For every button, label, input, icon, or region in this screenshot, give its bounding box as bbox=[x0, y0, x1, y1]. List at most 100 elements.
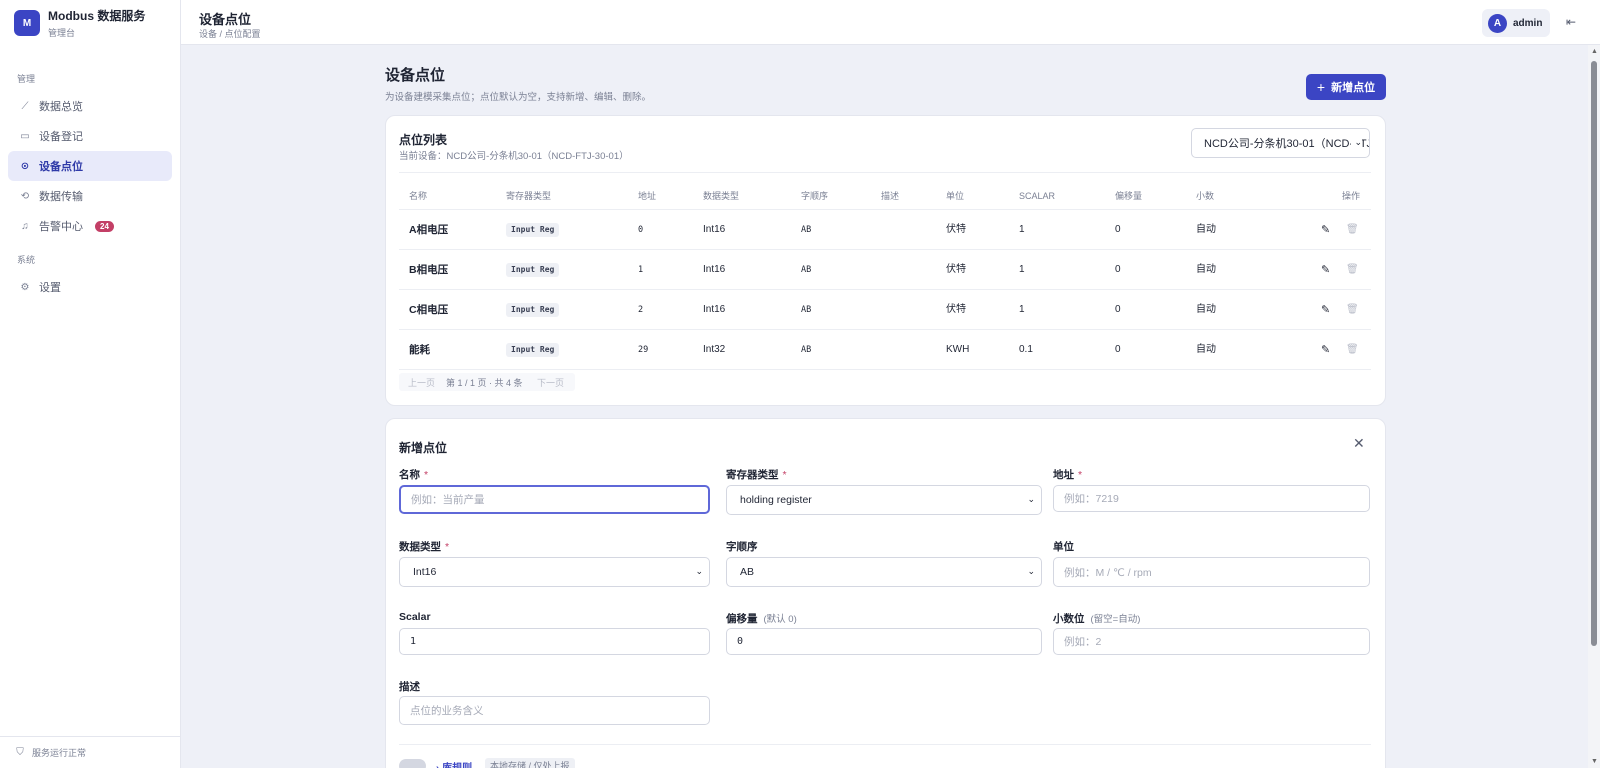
user-name: admin bbox=[1513, 17, 1543, 29]
description-input[interactable]: 点位的业务含义 bbox=[399, 696, 710, 725]
name-input-placeholder: 例如：当前产量 bbox=[411, 494, 485, 506]
chevron-down-icon: ⌄ bbox=[695, 566, 703, 576]
device-select-value: NCD公司-分条机30-01（NCD-FTJ-30-01） bbox=[1204, 138, 1369, 150]
sidebar-item-overview[interactable]: ⟋ 数据总览 bbox=[8, 91, 172, 121]
cell-data-type: Int16 bbox=[703, 304, 726, 315]
col-actions: 操作 bbox=[1342, 191, 1361, 201]
add-point-button[interactable]: + 新增点位 bbox=[1306, 74, 1386, 100]
rule-toggle-label[interactable]: › 库规则 bbox=[436, 759, 472, 768]
description-input-placeholder: 点位的业务含义 bbox=[410, 705, 484, 717]
offset-input-value: 0 bbox=[737, 636, 744, 647]
page-title: 设备点位 bbox=[385, 67, 446, 84]
service-status: ⛉ 服务运行正常 bbox=[0, 736, 180, 768]
shield-icon: ⛉ bbox=[16, 747, 24, 758]
trash-icon[interactable]: 🗑 bbox=[1346, 330, 1359, 370]
col-unit: 单位 bbox=[946, 191, 965, 201]
bell-icon: ♫ bbox=[21, 220, 29, 232]
col-address: 地址 bbox=[638, 191, 657, 201]
sidebar-item-device-registry[interactable]: ▭ 设备登记 bbox=[8, 121, 172, 151]
required-mark: * bbox=[1078, 469, 1083, 481]
edit-icon[interactable]: ✎ bbox=[1321, 210, 1330, 250]
register-type-tag: Input Reg bbox=[506, 263, 560, 277]
divider bbox=[399, 744, 1371, 745]
register-type-select[interactable]: holding register ⌄ bbox=[726, 485, 1042, 515]
sidebar: M Modbus 数据服务 管理台 管理 ⟋ 数据总览 ▭ 设备登记 ⊙ 设备点… bbox=[0, 0, 181, 768]
table-row[interactable]: A相电压 Input Reg 0 Int16 AB 伏特 1 0 自动 ✎ 🗑 bbox=[399, 210, 1371, 250]
trash-icon[interactable]: 🗑 bbox=[1346, 210, 1359, 250]
edit-icon[interactable]: ✎ bbox=[1321, 330, 1330, 370]
cell-unit: 伏特 bbox=[946, 224, 966, 235]
scroll-down-arrow-icon[interactable]: ▼ bbox=[1591, 758, 1598, 765]
cell-word-order: AB bbox=[801, 345, 812, 355]
edit-icon[interactable]: ✎ bbox=[1321, 250, 1330, 290]
table-row[interactable]: 能耗 Input Reg 29 Int32 AB KWH 0.1 0 自动 ✎ … bbox=[399, 330, 1371, 370]
brand-title: Modbus 数据服务 bbox=[48, 9, 146, 23]
cell-address: 1 bbox=[638, 265, 644, 275]
register-type-tag: Input Reg bbox=[506, 343, 560, 357]
address-label: 地址 * bbox=[1053, 469, 1083, 481]
name-input[interactable]: 例如：当前产量 bbox=[399, 485, 710, 514]
pagination: 上一页 第 1 / 1 页 · 共 4 条 下一页 bbox=[399, 373, 575, 391]
cell-data-type: Int16 bbox=[703, 224, 726, 235]
word-order-label: 字顺序 bbox=[726, 541, 758, 553]
cell-scalar: 1 bbox=[1019, 224, 1025, 235]
cell-name: 能耗 bbox=[409, 344, 430, 356]
trash-icon[interactable]: 🗑 bbox=[1346, 290, 1359, 330]
prev-page-button[interactable]: 上一页 bbox=[408, 376, 435, 389]
cell-name: A相电压 bbox=[409, 224, 449, 236]
chevron-down-icon: ⌄ bbox=[1027, 566, 1035, 576]
col-description: 描述 bbox=[881, 191, 900, 201]
form-title: 新增点位 bbox=[399, 441, 448, 455]
unit-input[interactable]: 例如：M / ℃ / rpm bbox=[1053, 557, 1370, 587]
trash-icon[interactable]: 🗑 bbox=[1346, 250, 1359, 290]
cell-data-type: Int32 bbox=[703, 344, 726, 355]
breadcrumb: 设备 / 点位配置 bbox=[199, 29, 261, 39]
page-info: 第 1 / 1 页 · 共 4 条 bbox=[446, 378, 523, 388]
sidebar-item-label: 告警中心 bbox=[39, 221, 83, 233]
plus-icon: + bbox=[1316, 79, 1326, 95]
page-description: 为设备建模采集点位；点位默认为空，支持新增、编辑、删除。 bbox=[385, 92, 652, 103]
add-point-button-label: 新增点位 bbox=[1331, 82, 1376, 94]
cell-offset: 0 bbox=[1115, 224, 1121, 235]
cell-scalar: 1 bbox=[1019, 304, 1025, 315]
name-label: 名称 * bbox=[399, 469, 429, 481]
cell-offset: 0 bbox=[1115, 304, 1121, 315]
decimals-label: 小数位 (留空=自动) bbox=[1053, 613, 1141, 625]
decimals-input[interactable]: 例如：2 bbox=[1053, 628, 1370, 655]
points-table: 名称 寄存器类型 地址 数据类型 字顺序 描述 单位 SCALAR 偏移量 小数… bbox=[399, 182, 1371, 370]
col-name: 名称 bbox=[409, 191, 428, 201]
word-order-select[interactable]: AB ⌄ bbox=[726, 557, 1042, 587]
required-mark: * bbox=[424, 469, 429, 481]
sidebar-item-alerts[interactable]: ♫ 告警中心 24 bbox=[8, 211, 172, 241]
scalar-input[interactable]: 1 bbox=[399, 628, 710, 655]
user-menu[interactable]: A admin bbox=[1482, 9, 1550, 37]
col-scalar: SCALAR bbox=[1019, 191, 1056, 201]
cell-decimals: 自动 bbox=[1196, 344, 1216, 355]
table-row[interactable]: C相电压 Input Reg 2 Int16 AB 伏特 1 0 自动 ✎ 🗑 bbox=[399, 290, 1371, 330]
sidebar-item-data-transfer[interactable]: ⟲ 数据传输 bbox=[8, 181, 172, 211]
next-page-button[interactable]: 下一页 bbox=[537, 376, 564, 389]
address-input[interactable]: 例如：7219 bbox=[1053, 485, 1370, 512]
cell-unit: KWH bbox=[946, 344, 970, 355]
cell-word-order: AB bbox=[801, 225, 812, 235]
scroll-up-arrow-icon[interactable]: ▲ bbox=[1591, 48, 1598, 55]
offset-input[interactable]: 0 bbox=[726, 628, 1042, 655]
sidebar-item-label: 数据总览 bbox=[39, 101, 83, 113]
scrollbar-thumb[interactable] bbox=[1591, 61, 1597, 646]
device-select[interactable]: NCD公司-分条机30-01（NCD-FTJ-30-01） ⌄ bbox=[1191, 128, 1370, 158]
scrollbar[interactable]: ▲ ▼ bbox=[1588, 45, 1600, 768]
point-list-title: 点位列表 bbox=[399, 133, 448, 147]
sidebar-item-device-points[interactable]: ⊙ 设备点位 bbox=[8, 151, 172, 181]
col-register-type: 寄存器类型 bbox=[506, 191, 552, 201]
address-input-placeholder: 例如：7219 bbox=[1064, 493, 1119, 505]
table-row[interactable]: B相电压 Input Reg 1 Int16 AB 伏特 1 0 自动 ✎ 🗑 bbox=[399, 250, 1371, 290]
sidebar-item-settings[interactable]: ⚙ 设置 bbox=[8, 272, 172, 302]
nav-group-system: 系统 bbox=[17, 255, 36, 265]
cell-decimals: 自动 bbox=[1196, 304, 1216, 315]
close-icon[interactable]: ✕ bbox=[1353, 435, 1365, 452]
logout-icon[interactable]: ⇤ bbox=[1566, 15, 1576, 29]
edit-icon[interactable]: ✎ bbox=[1321, 290, 1330, 330]
data-type-select[interactable]: Int16 ⌄ bbox=[399, 557, 710, 587]
required-mark: * bbox=[445, 541, 450, 553]
rule-toggle[interactable] bbox=[399, 759, 426, 768]
